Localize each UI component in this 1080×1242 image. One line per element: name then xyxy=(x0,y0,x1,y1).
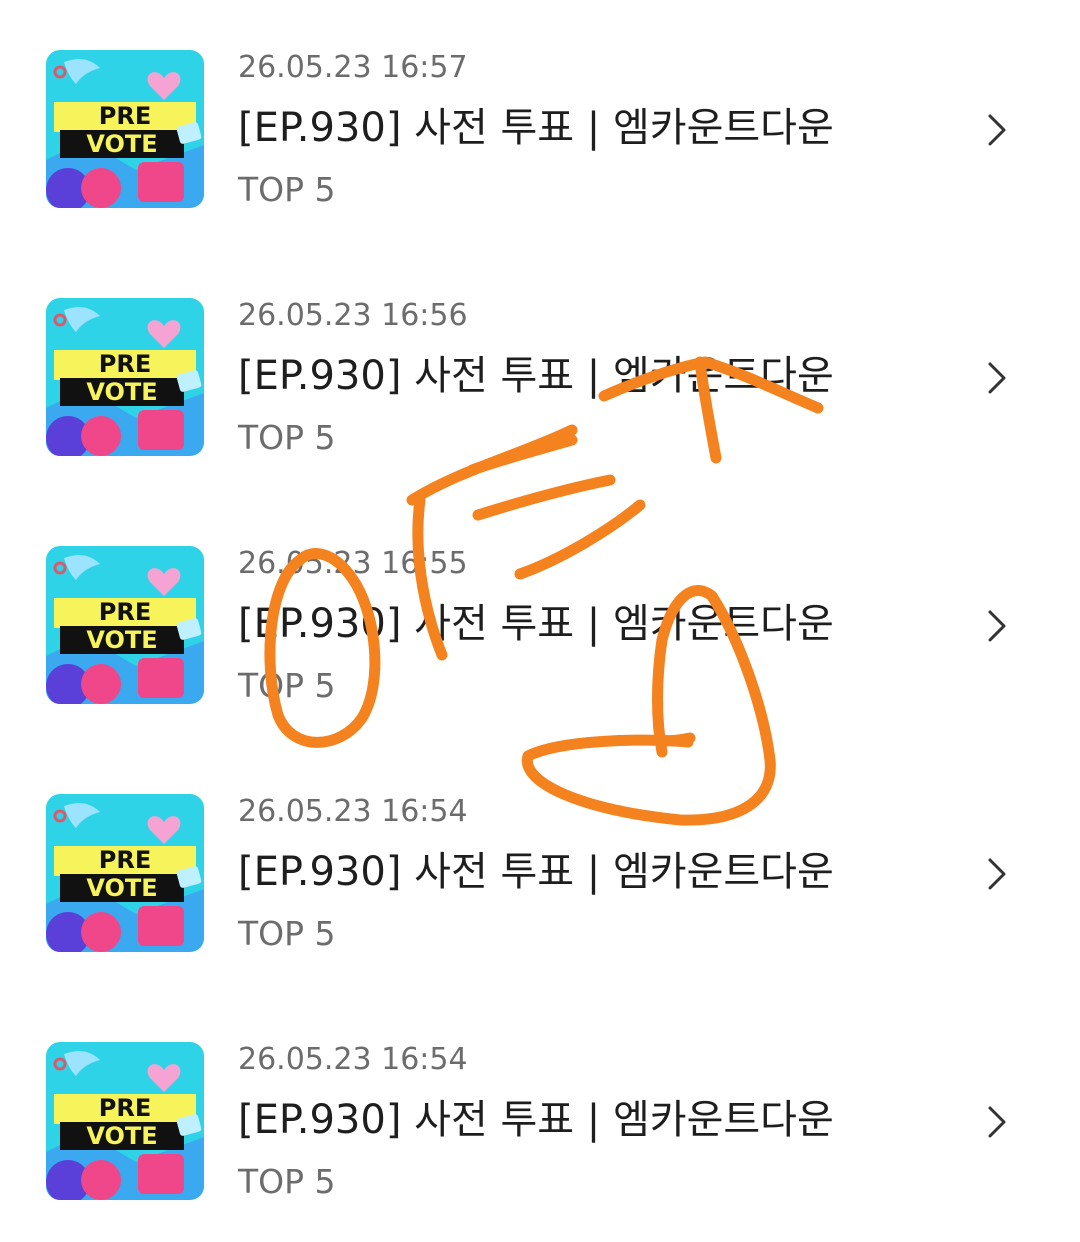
item-title: [EP.930] 사전 투표 | 엠카운트다운 xyxy=(238,601,834,647)
thumb-vote-text: VOTE xyxy=(86,1122,157,1150)
chevron-right-icon[interactable] xyxy=(982,854,1012,894)
item-title: [EP.930] 사전 투표 | 엠카운트다운 xyxy=(238,849,834,895)
chevron-right-icon[interactable] xyxy=(982,358,1012,398)
list-item[interactable]: PRE VOTE 26.05.23 16:54 [EP.930] 사전 투표 |… xyxy=(0,1042,1080,1242)
list-item[interactable]: PRE VOTE 26.05.23 16:55 [EP.930] 사전 투표 |… xyxy=(0,546,1080,746)
item-subtitle: TOP 5 xyxy=(238,914,336,953)
thumb-pre-text: PRE xyxy=(99,846,151,874)
item-subtitle: TOP 5 xyxy=(238,418,336,457)
vote-history-list: PRE VOTE 26.05.23 16:57 [EP.930] 사전 투표 |… xyxy=(0,0,1080,1216)
item-subtitle: TOP 5 xyxy=(238,1162,336,1201)
item-subtitle: TOP 5 xyxy=(238,666,336,705)
thumb-vote-text: VOTE xyxy=(86,378,157,406)
thumb-pre-text: PRE xyxy=(99,598,151,626)
pre-vote-thumbnail: PRE VOTE xyxy=(46,50,204,208)
pre-vote-thumbnail: PRE VOTE xyxy=(46,794,204,952)
thumb-pre-text: PRE xyxy=(99,1094,151,1122)
item-datetime: 26.05.23 16:55 xyxy=(238,546,468,581)
thumb-pre-text: PRE xyxy=(99,350,151,378)
list-item[interactable]: PRE VOTE 26.05.23 16:57 [EP.930] 사전 투표 |… xyxy=(0,50,1080,250)
thumb-pre-text: PRE xyxy=(99,102,151,130)
item-title: [EP.930] 사전 투표 | 엠카운트다운 xyxy=(238,105,834,151)
thumb-vote-text: VOTE xyxy=(86,130,157,158)
chevron-right-icon[interactable] xyxy=(982,110,1012,150)
pre-vote-thumbnail: PRE VOTE xyxy=(46,546,204,704)
item-datetime: 26.05.23 16:56 xyxy=(238,298,468,333)
pre-vote-thumbnail: PRE VOTE xyxy=(46,1042,204,1200)
chevron-right-icon[interactable] xyxy=(982,1102,1012,1142)
item-datetime: 26.05.23 16:54 xyxy=(238,1042,468,1077)
chevron-right-icon[interactable] xyxy=(982,606,1012,646)
item-title: [EP.930] 사전 투표 | 엠카운트다운 xyxy=(238,353,834,399)
list-item[interactable]: PRE VOTE 26.05.23 16:56 [EP.930] 사전 투표 |… xyxy=(0,298,1080,498)
item-datetime: 26.05.23 16:57 xyxy=(238,50,468,85)
item-subtitle: TOP 5 xyxy=(238,170,336,209)
item-title: [EP.930] 사전 투표 | 엠카운트다운 xyxy=(238,1097,834,1143)
thumb-vote-text: VOTE xyxy=(86,874,157,902)
item-datetime: 26.05.23 16:54 xyxy=(238,794,468,829)
pre-vote-thumbnail: PRE VOTE xyxy=(46,298,204,456)
list-item[interactable]: PRE VOTE 26.05.23 16:54 [EP.930] 사전 투표 |… xyxy=(0,794,1080,994)
thumb-vote-text: VOTE xyxy=(86,626,157,654)
